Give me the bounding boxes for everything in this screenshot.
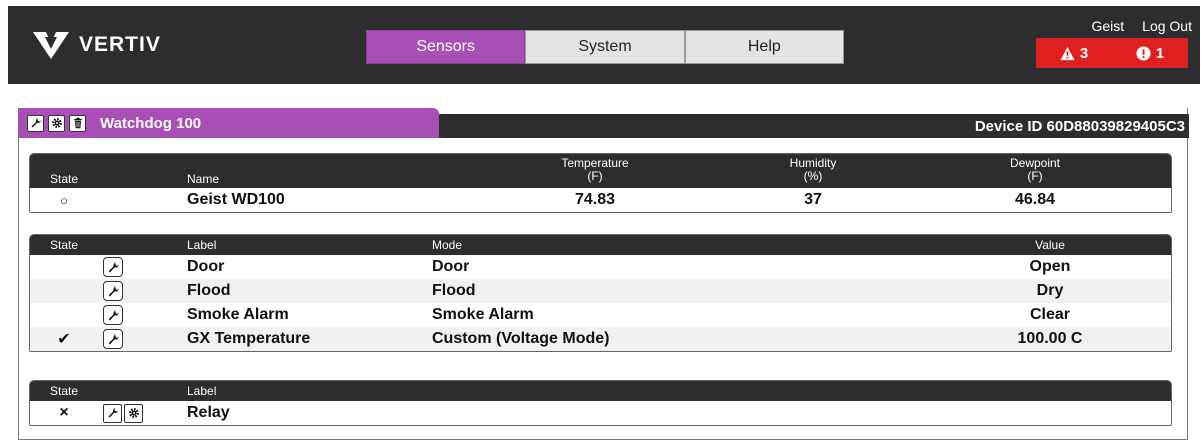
input-label: Smoke Alarm: [187, 306, 289, 323]
warning-count: 3: [1079, 44, 1089, 62]
alert-alarm-button[interactable]: 1: [1136, 45, 1164, 62]
alarm-summary: 3 1: [1036, 38, 1188, 68]
col-value: Value: [1035, 238, 1065, 252]
logo-text: VERTIV: [79, 33, 161, 56]
state-check-icon: ✔: [57, 331, 71, 348]
configure-flood-button[interactable]: [103, 281, 123, 301]
temperature-value: 74.83: [574, 191, 616, 208]
configure-relay-button[interactable]: [103, 403, 122, 423]
table-row[interactable]: ✔ GX Temperature Custom (Voltage Mode) 1…: [30, 327, 1171, 351]
sensor-name: Geist WD100: [187, 191, 285, 208]
col-label: Label: [187, 238, 217, 252]
input-value: Open: [1029, 258, 1071, 275]
tab-sensors[interactable]: Sensors: [366, 30, 526, 64]
device-delete-button[interactable]: [69, 114, 86, 132]
wrench-icon: [108, 261, 119, 272]
col-label: Label: [187, 384, 217, 398]
input-value: Dry: [1036, 282, 1064, 299]
wrench-icon: [108, 408, 118, 418]
input-table-header: State Label Mode Value: [30, 235, 1171, 255]
col-temperature: Temperature (F): [561, 156, 629, 183]
input-value: 100.00 C: [1017, 330, 1083, 347]
configure-gx-temperature-button[interactable]: [103, 329, 123, 349]
device-panel: Watchdog 100 Device ID 60D88039829405C3 …: [18, 108, 1189, 440]
configure-smoke-alarm-button[interactable]: [103, 305, 123, 325]
tab-system[interactable]: System: [525, 30, 685, 64]
relay-label: Relay: [187, 404, 230, 421]
device-panel-header: Watchdog 100 Device ID 60D88039829405C3: [18, 108, 1189, 138]
wrench-icon: [108, 285, 119, 296]
device-id: Device ID 60D88039829405C3: [974, 118, 1185, 135]
state-indicator: [44, 303, 84, 327]
input-table: State Label Mode Value Door Door Open Fl…: [29, 234, 1172, 352]
gear-icon: [128, 408, 139, 418]
main-nav-tabs: Sensors System Help: [366, 30, 844, 64]
table-row[interactable]: Door Door Open: [30, 255, 1171, 279]
gear-icon: [51, 118, 62, 128]
device-settings-button[interactable]: [48, 114, 65, 132]
input-mode: Custom (Voltage Mode): [432, 330, 610, 347]
state-x-icon: ×: [59, 404, 69, 421]
user-links: Geist Log Out: [1091, 18, 1192, 34]
relay-table-header: State Label: [30, 381, 1171, 401]
logout-link[interactable]: Log Out: [1142, 18, 1192, 34]
warning-alarm-button[interactable]: 3: [1060, 45, 1088, 62]
table-row[interactable]: × Relay: [30, 401, 1171, 425]
username-link[interactable]: Geist: [1091, 18, 1124, 34]
input-mode: Flood: [432, 282, 476, 299]
wrench-icon: [31, 118, 41, 128]
vertiv-logo: VERTIV: [31, 29, 161, 61]
dewpoint-value: 46.84: [1014, 191, 1056, 208]
input-label: Flood: [187, 282, 231, 299]
col-name: Name: [187, 172, 220, 186]
sensor-table-header: State Name Temperature (F) Humidity (%) …: [30, 154, 1171, 188]
alert-count: 1: [1155, 44, 1165, 62]
trash-icon: [73, 117, 82, 129]
state-indicator: [44, 279, 84, 303]
device-title-tab: Watchdog 100: [18, 108, 439, 138]
input-mode: Door: [432, 258, 470, 275]
input-label: Door: [187, 258, 225, 275]
col-mode: Mode: [432, 238, 463, 252]
state-indicator: [44, 255, 84, 279]
warning-triangle-icon: [1060, 46, 1075, 60]
col-humidity: Humidity (%): [789, 156, 837, 183]
tab-help[interactable]: Help: [684, 30, 844, 64]
table-row[interactable]: Smoke Alarm Smoke Alarm Clear: [30, 303, 1171, 327]
wrench-icon: [108, 333, 119, 344]
relay-table: State Label × Relay: [29, 380, 1172, 426]
device-name: Watchdog 100: [100, 114, 202, 132]
alert-circle-icon: [1136, 45, 1151, 61]
col-state: State: [49, 384, 79, 398]
state-indicator: ○: [60, 192, 68, 208]
col-state: State: [49, 238, 79, 252]
col-dewpoint: Dewpoint (F): [1009, 156, 1061, 183]
vertiv-logo-icon: [33, 32, 69, 59]
table-row[interactable]: ○ Geist WD100 74.83 37 46.84: [30, 188, 1171, 212]
input-value: Clear: [1029, 306, 1071, 323]
relay-settings-button[interactable]: [124, 403, 143, 423]
device-configure-button[interactable]: [27, 114, 44, 132]
wrench-icon: [108, 309, 119, 320]
configure-door-button[interactable]: [103, 257, 123, 277]
col-state: State: [49, 172, 79, 186]
input-mode: Smoke Alarm: [432, 306, 534, 323]
top-bar: VERTIV Sensors System Help Geist Log Out: [8, 6, 1200, 84]
table-row[interactable]: Flood Flood Dry: [30, 279, 1171, 303]
humidity-value: 37: [804, 191, 822, 208]
input-label: GX Temperature: [187, 330, 311, 347]
sensor-table: State Name Temperature (F) Humidity (%) …: [29, 153, 1172, 213]
